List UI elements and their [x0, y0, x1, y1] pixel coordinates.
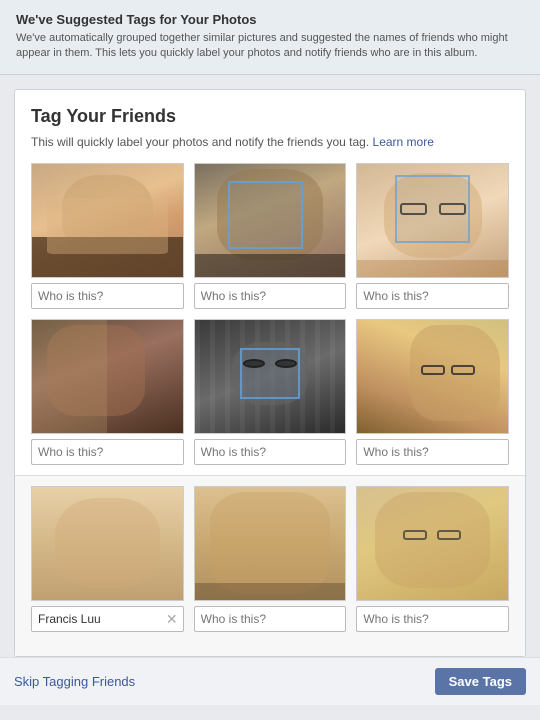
clear-input-7-button[interactable]: ✕	[164, 612, 180, 626]
card-subtitle-text: This will quickly label your photos and …	[31, 135, 373, 149]
photo-3	[356, 163, 509, 278]
glasses-right-9	[437, 530, 461, 540]
glasses-left-9	[403, 530, 427, 540]
skip-tagging-link[interactable]: Skip Tagging Friends	[14, 674, 135, 689]
glasses-left-6	[421, 365, 445, 375]
bottom-dark-8	[195, 583, 346, 600]
banner: We've Suggested Tags for Your Photos We'…	[0, 0, 540, 75]
who-input-wrapper-6	[356, 439, 509, 465]
main-card: Tag Your Friends This will quickly label…	[14, 89, 526, 657]
banner-title: We've Suggested Tags for Your Photos	[16, 12, 524, 27]
glasses-right-6	[451, 365, 475, 375]
who-input-wrapper-4	[31, 439, 184, 465]
face-shape-8	[210, 492, 331, 594]
photo-5	[194, 319, 347, 434]
who-input-1[interactable]	[31, 283, 184, 309]
photo-cell-4	[31, 319, 184, 465]
who-input-2[interactable]	[194, 283, 347, 309]
who-input-4[interactable]	[31, 439, 184, 465]
photo-cell-7: ✕	[31, 486, 184, 632]
photo-1	[31, 163, 184, 278]
who-input-wrapper-8	[194, 606, 347, 632]
photo-grid-rows-1-2	[31, 163, 509, 465]
photo-cell-3	[356, 163, 509, 309]
footer-bar: Skip Tagging Friends Save Tags	[0, 657, 540, 705]
save-tags-button[interactable]: Save Tags	[435, 668, 526, 695]
face-highlight-1	[47, 198, 168, 255]
photo-cell-6	[356, 319, 509, 465]
card-subtitle: This will quickly label your photos and …	[31, 135, 509, 149]
who-input-wrapper-5	[194, 439, 347, 465]
bottom-dark-3	[357, 260, 508, 277]
face-shape-7	[55, 498, 160, 588]
who-input-wrapper-9	[356, 606, 509, 632]
banner-description: We've automatically grouped together sim…	[16, 31, 524, 62]
bottom-dark-2	[195, 254, 346, 277]
who-input-wrapper-1	[31, 283, 184, 309]
photo-9	[356, 486, 509, 601]
who-input-wrapper-2	[194, 283, 347, 309]
photo-cell-1	[31, 163, 184, 309]
face-shape-9	[375, 492, 490, 588]
glasses-left	[400, 203, 427, 214]
photo-6	[356, 319, 509, 434]
photo-4	[31, 319, 184, 434]
who-input-6[interactable]	[356, 439, 509, 465]
photo-cell-5	[194, 319, 347, 465]
who-input-wrapper-3	[356, 283, 509, 309]
glasses-right	[439, 203, 466, 214]
who-input-8[interactable]	[194, 606, 347, 632]
card-title: Tag Your Friends	[31, 106, 509, 127]
face-box-2	[228, 181, 303, 249]
photo-2	[194, 163, 347, 278]
third-row-section: ✕	[15, 475, 525, 656]
who-input-7[interactable]	[31, 606, 184, 632]
photo-cell-8	[194, 486, 347, 632]
photo-8	[194, 486, 347, 601]
photo-grid-row-3: ✕	[31, 486, 509, 632]
who-input-3[interactable]	[356, 283, 509, 309]
photo-7	[31, 486, 184, 601]
learn-more-link[interactable]: Learn more	[373, 135, 434, 149]
light-patch-4	[32, 320, 107, 433]
who-input-wrapper-7: ✕	[31, 606, 184, 632]
photo-cell-2	[194, 163, 347, 309]
who-input-9[interactable]	[356, 606, 509, 632]
photo-cell-9	[356, 486, 509, 632]
face-box-5	[240, 348, 300, 399]
who-input-5[interactable]	[194, 439, 347, 465]
